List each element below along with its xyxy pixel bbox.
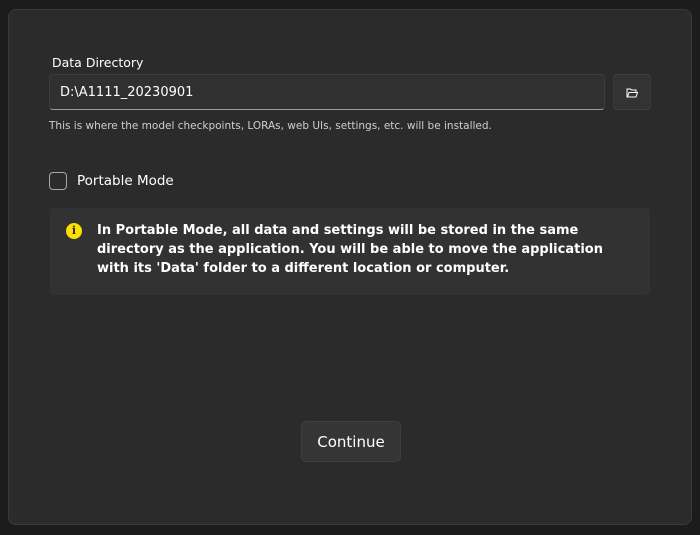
browse-folder-button[interactable] — [613, 74, 651, 110]
info-message: In Portable Mode, all data and settings … — [97, 223, 603, 276]
portable-mode-toggle[interactable]: Portable Mode — [49, 172, 174, 190]
portable-mode-checkbox[interactable] — [49, 172, 67, 190]
continue-button[interactable]: Continue — [301, 421, 401, 462]
portable-mode-info-bar: i In Portable Mode, all data and setting… — [50, 208, 650, 295]
data-directory-help-text: This is where the model checkpoints, LOR… — [49, 120, 492, 132]
folder-open-icon — [626, 83, 639, 102]
portable-mode-label: Portable Mode — [77, 173, 174, 189]
info-icon: i — [66, 223, 82, 239]
data-directory-label: Data Directory — [52, 55, 144, 70]
data-directory-input[interactable] — [49, 74, 605, 110]
setup-dialog: Data Directory This is where the model c… — [8, 9, 692, 525]
